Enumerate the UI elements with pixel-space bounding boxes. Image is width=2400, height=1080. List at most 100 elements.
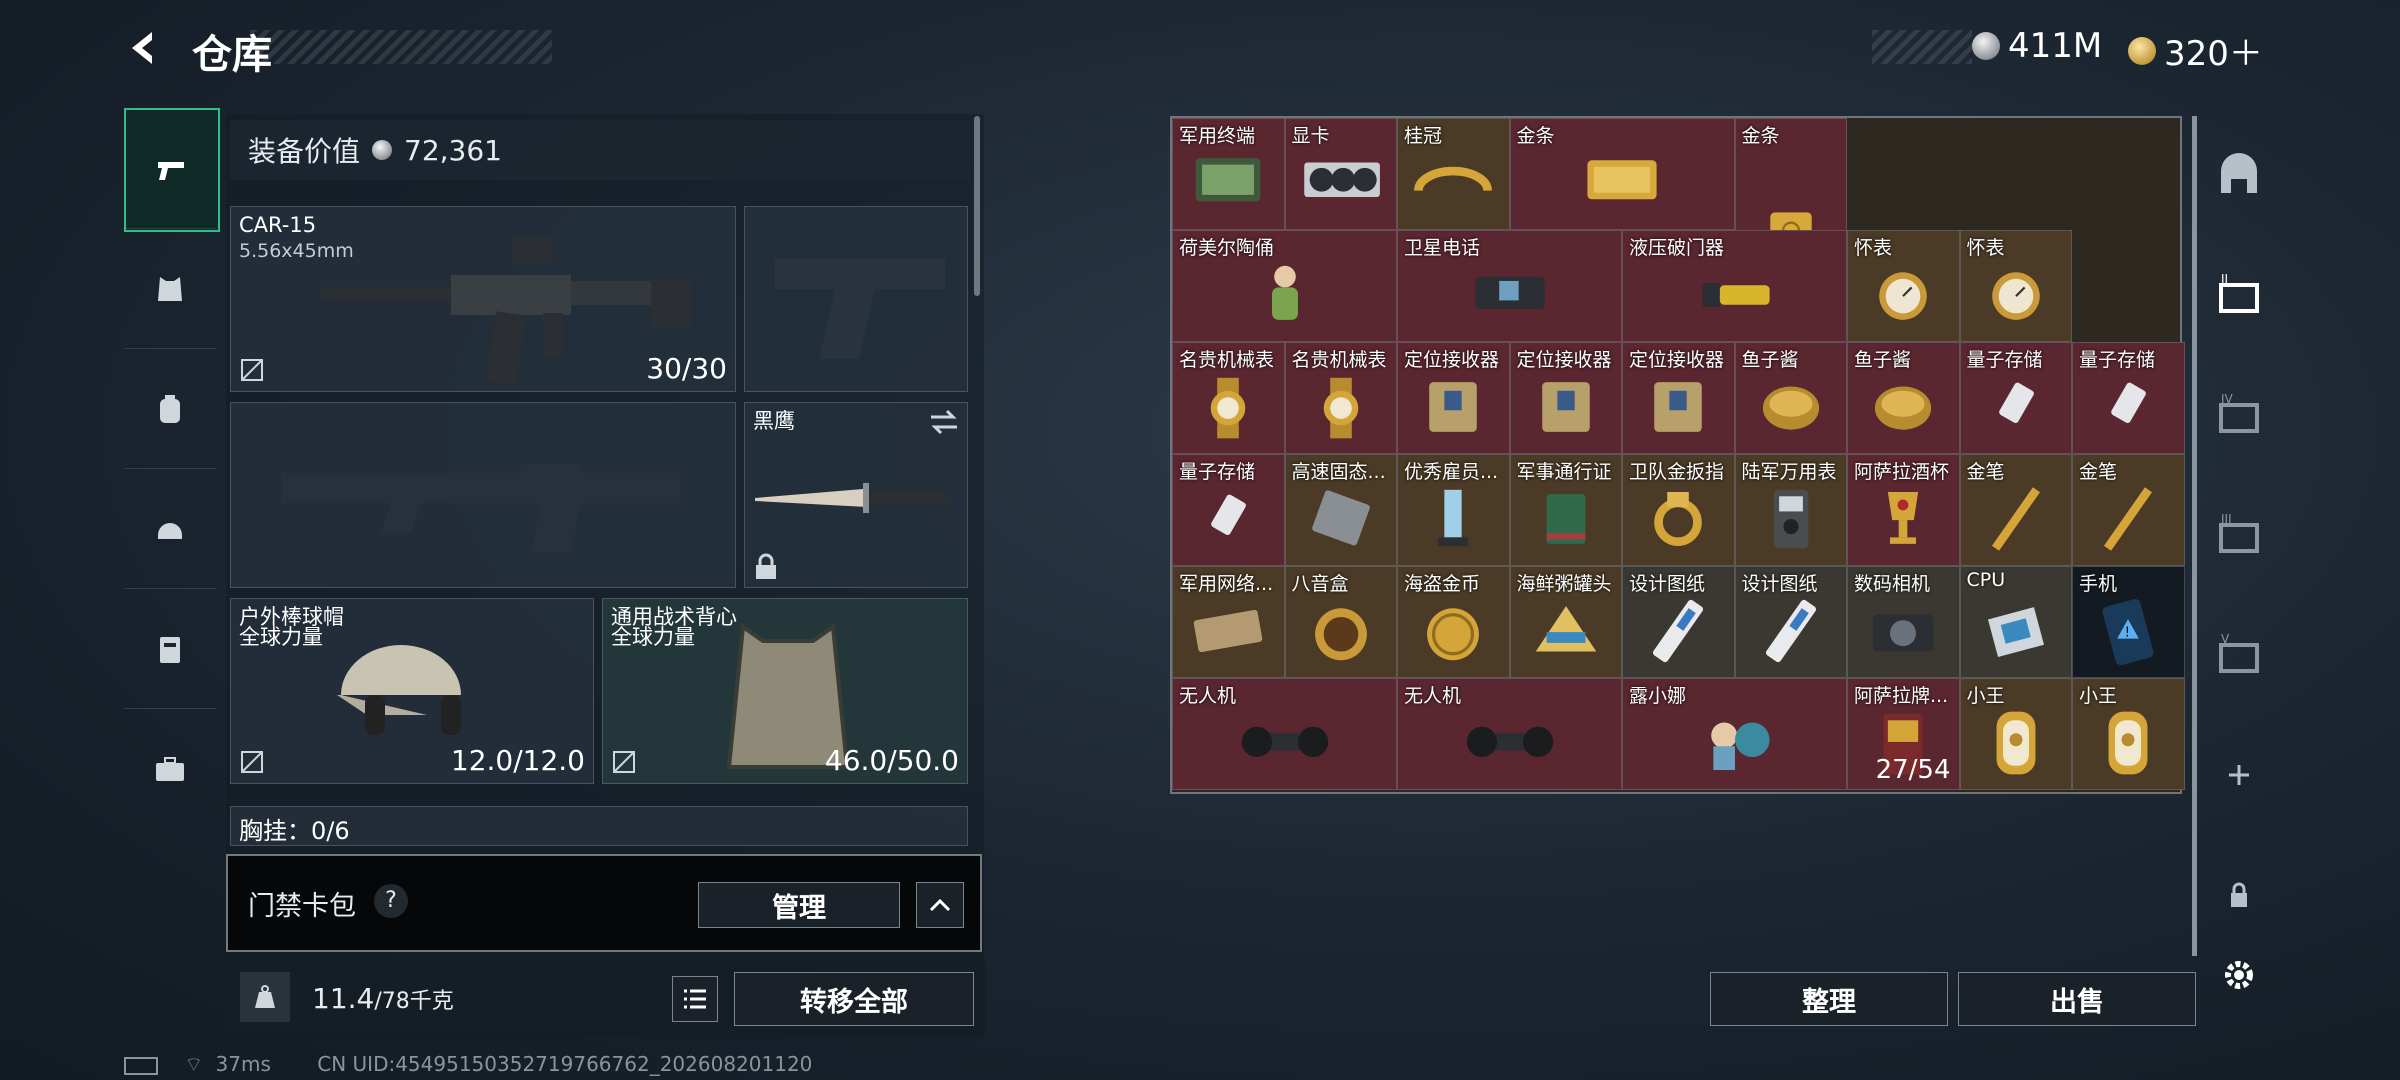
helmet-slot[interactable]: 户外棒球帽 全球力量 12.0/12.0 bbox=[230, 598, 594, 784]
chest-rig-tab[interactable] bbox=[124, 588, 216, 709]
storage-item[interactable]: 鱼子酱 bbox=[1847, 342, 1960, 454]
storage-tab-4[interactable]: IV bbox=[2202, 360, 2276, 470]
storage-item-name: 小王 bbox=[1966, 685, 2005, 707]
storage-item[interactable]: 无人机 bbox=[1172, 678, 1397, 790]
storage-item-name: 定位接收器 bbox=[1516, 349, 1612, 371]
loadout-scrollbar[interactable] bbox=[974, 116, 980, 296]
storage-item[interactable]: 阿萨拉牌... 27/54 bbox=[1847, 678, 1960, 790]
gold-currency[interactable]: 320＋ bbox=[2128, 26, 2263, 75]
storage-item[interactable]: 怀表 bbox=[1847, 230, 1960, 342]
storage-item-name: 设计图纸 bbox=[1741, 573, 1818, 595]
storage-item[interactable]: 量子存储 bbox=[1959, 342, 2072, 454]
settings-button[interactable] bbox=[2202, 920, 2276, 1030]
storage-item-name: 卫星电话 bbox=[1404, 237, 1481, 259]
storage-item[interactable]: 无人机 bbox=[1397, 678, 1622, 790]
storage-item[interactable]: 阿萨拉酒杯 bbox=[1847, 454, 1960, 566]
storage-item[interactable]: 高速固态... bbox=[1284, 454, 1397, 566]
storage-item[interactable]: 量子存储 bbox=[2072, 342, 2185, 454]
storage-scrollbar[interactable] bbox=[2192, 116, 2197, 956]
storage-item-name: 量子存储 bbox=[1179, 461, 1256, 483]
storage-item[interactable]: 八音盒 bbox=[1284, 566, 1397, 678]
storage-item[interactable]: 优秀雇员... bbox=[1397, 454, 1510, 566]
swap-icon[interactable] bbox=[927, 407, 961, 437]
storage-item[interactable]: 军用网络... bbox=[1172, 566, 1285, 678]
helmet-tab[interactable] bbox=[124, 468, 216, 589]
storage-item[interactable]: 露小娜 bbox=[1622, 678, 1847, 790]
back-arrow-icon bbox=[132, 32, 152, 64]
storage-item[interactable]: 卫星电话 bbox=[1397, 230, 1622, 342]
sort-button[interactable]: 整理 bbox=[1710, 972, 1948, 1026]
ssd-icon bbox=[1311, 490, 1370, 546]
storage-item-name: 显卡 bbox=[1291, 125, 1330, 147]
storage-item[interactable]: 设计图纸 bbox=[1622, 566, 1735, 678]
manage-button[interactable]: 管理 bbox=[698, 882, 900, 928]
add-storage-button[interactable] bbox=[2202, 720, 2276, 830]
storage-item-name: 量子存储 bbox=[2079, 349, 2156, 371]
storage-item[interactable]: 量子存储 bbox=[1172, 454, 1285, 566]
armor-tab[interactable] bbox=[124, 228, 216, 349]
storage-item[interactable]: CPU bbox=[1959, 566, 2072, 678]
wristwatch-icon bbox=[1210, 377, 1246, 439]
silver-coin-icon bbox=[372, 140, 393, 160]
primary-weapon-slot[interactable]: CAR-15 5.56x45mm 30/30 bbox=[230, 206, 736, 392]
storage-item[interactable]: 显卡 bbox=[1284, 118, 1397, 230]
storage-main-tab[interactable] bbox=[2202, 120, 2276, 230]
storage-tab-2[interactable]: II bbox=[2202, 240, 2276, 350]
storage-item-name: 数码相机 bbox=[1854, 573, 1931, 595]
musicbox-icon bbox=[1314, 608, 1367, 660]
plush-icon bbox=[1710, 722, 1770, 770]
sidearm-slot[interactable] bbox=[744, 206, 968, 392]
chest-rig-slot[interactable]: 胸挂：0/6 bbox=[230, 806, 968, 846]
storage-item[interactable]: 金笔 bbox=[2072, 454, 2185, 566]
svg-text:!: ! bbox=[2125, 625, 2130, 640]
backpack-tab[interactable] bbox=[124, 348, 216, 469]
list-view-button[interactable] bbox=[672, 976, 718, 1022]
storage-item[interactable]: 陆军万用表 bbox=[1734, 454, 1847, 566]
storage-item[interactable]: 定位接收器 bbox=[1397, 342, 1510, 454]
storage-item[interactable]: 液压破门器 bbox=[1622, 230, 1847, 342]
storage-item[interactable]: 海鲜粥罐头 bbox=[1509, 566, 1622, 678]
storage-tab-3[interactable]: III bbox=[2202, 480, 2276, 590]
storage-item[interactable]: 军事通行证 bbox=[1509, 454, 1622, 566]
pen-icon bbox=[2104, 487, 2153, 551]
storage-item[interactable]: 荷美尔陶俑 bbox=[1172, 230, 1397, 342]
case-tab[interactable] bbox=[124, 708, 216, 829]
storage-item[interactable]: 金笔 bbox=[1959, 454, 2072, 566]
storage-item[interactable]: 名贵机械表 bbox=[1172, 342, 1285, 454]
rig-icon bbox=[160, 637, 180, 663]
storage-item[interactable]: 小王 bbox=[2072, 678, 2185, 790]
storage-item[interactable]: 鱼子酱 bbox=[1734, 342, 1847, 454]
sell-button[interactable]: 出售 bbox=[1958, 972, 2196, 1026]
storage-tab-5[interactable]: V bbox=[2202, 600, 2276, 710]
melee-slot[interactable]: 黑鹰 bbox=[744, 402, 968, 588]
wristwatch-icon bbox=[1323, 377, 1359, 439]
keycard-label: 门禁卡包 bbox=[248, 891, 356, 922]
storage-item[interactable]: 怀表 bbox=[1959, 230, 2072, 342]
back-button[interactable] bbox=[122, 26, 166, 70]
secondary-weapon-slot[interactable] bbox=[230, 402, 736, 588]
keycard-help-button[interactable]: ? bbox=[374, 884, 408, 918]
collapse-button[interactable] bbox=[916, 882, 964, 928]
ping-value: 37ms bbox=[215, 1052, 271, 1076]
storage-item-name: 怀表 bbox=[1854, 237, 1893, 259]
storage-item[interactable]: 军用终端 bbox=[1172, 118, 1285, 230]
storage-item[interactable]: 定位接收器 bbox=[1509, 342, 1622, 454]
armor-slot[interactable]: 通用战术背心 全球力量 46.0/50.0 bbox=[602, 598, 968, 784]
header-decoration bbox=[250, 30, 552, 64]
storage-item-name: 海盗金币 bbox=[1404, 573, 1481, 595]
storage-item-name: CPU bbox=[1966, 569, 2006, 591]
storage-item[interactable]: 手机! bbox=[2072, 566, 2185, 678]
storage-item[interactable]: 金条 bbox=[1509, 118, 1735, 230]
storage-item[interactable]: 小王 bbox=[1959, 678, 2072, 790]
storage-item-name: 高速固态... bbox=[1291, 461, 1386, 483]
storage-item[interactable]: 桂冠 bbox=[1397, 118, 1510, 230]
storage-item[interactable]: 设计图纸 bbox=[1734, 566, 1847, 678]
storage-item[interactable]: 数码相机 bbox=[1847, 566, 1960, 678]
storage-item[interactable]: 名贵机械表 bbox=[1284, 342, 1397, 454]
weight-bar: 11.4/78千克 转移全部 bbox=[226, 962, 986, 1032]
storage-item[interactable]: 海盗金币 bbox=[1397, 566, 1510, 678]
transfer-all-button[interactable]: 转移全部 bbox=[734, 972, 974, 1026]
weapons-tab[interactable] bbox=[124, 108, 220, 232]
storage-item[interactable]: 卫队金扳指 bbox=[1622, 454, 1735, 566]
storage-item[interactable]: 定位接收器 bbox=[1622, 342, 1735, 454]
